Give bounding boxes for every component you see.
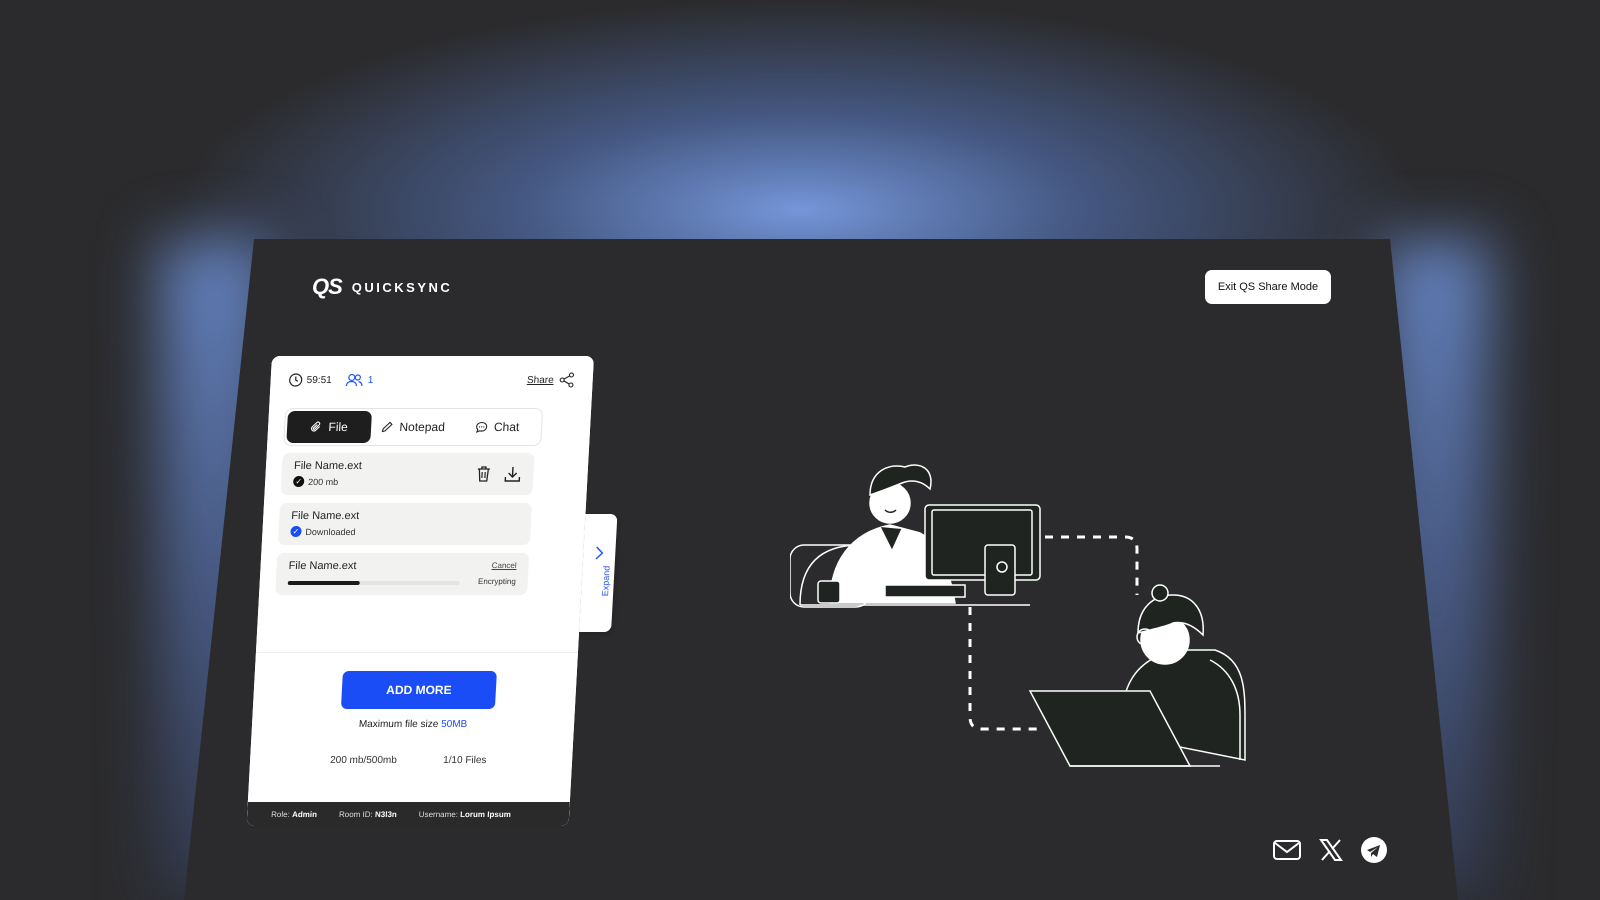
panel-topbar: 59:51 1 Share [288,370,575,390]
upload-progress-bar [287,581,460,585]
role-info: Role: Admin [270,809,318,819]
tab-file[interactable]: File [286,411,373,443]
app-name: QUICKSYNC [351,279,453,295]
paperclip-icon [311,421,321,432]
logo[interactable]: QS QUICKSYNC [312,274,452,300]
files-count: 1/10 Files [442,755,487,766]
participant-count: 1 [367,374,374,386]
panel-footer: Role: Admin Room ID: N3l3n Username: Lor… [246,802,570,826]
participants[interactable]: 1 [345,373,374,387]
add-more-button[interactable]: ADD MORE [340,671,497,709]
x-icon[interactable] [1318,838,1344,862]
chevron-right-icon [595,546,604,560]
file-actions [475,465,522,483]
trash-icon[interactable] [475,465,492,483]
expand-panel-tab[interactable]: Expand [579,514,618,632]
file-name: File Name.ext [291,510,360,522]
mail-icon[interactable] [1272,838,1302,862]
download-icon[interactable] [503,465,522,483]
file-name: File Name.ext [293,460,363,472]
file-status: ✓ Downloaded [290,526,356,537]
chat-bubble-icon [475,421,488,433]
share-button[interactable]: Share [527,372,576,388]
divider [255,652,578,653]
users-icon [345,373,363,387]
tab-notepad-label: Notepad [399,420,446,434]
pencil-icon [381,421,393,433]
username-info: Username: Lorum Ipsum [418,809,512,819]
telegram-icon[interactable] [1360,836,1388,864]
check-icon: ✓ [292,476,305,487]
room-info: Room ID: N3l3n [338,809,398,819]
file-name: File Name.ext [288,560,357,572]
cancel-upload-link[interactable]: Cancel [492,561,517,570]
storage-usage: 200 mb/500mb [329,755,398,766]
share-label: Share [526,374,554,386]
tab-notepad[interactable]: Notepad [370,411,456,443]
tab-chat-label: Chat [493,420,520,434]
social-links [1272,836,1388,864]
check-icon: ✓ [290,526,302,537]
file-size: ✓ 200 mb [292,476,339,487]
file-status-value: Downloaded [305,526,356,537]
file-sharing-illustration [790,464,1246,767]
file-size-value: 200 mb [307,476,339,487]
file-item-uploading: File Name.ext Cancel Encrypting [275,553,530,595]
expand-label: Expand [599,565,612,597]
max-size-value: 50MB [440,719,468,730]
upload-status: Encrypting [477,577,517,586]
max-file-size-note: Maximum file size 50MB [252,719,575,730]
file-item[interactable]: File Name.ext ✓ Downloaded [277,503,533,545]
timer: 59:51 [288,373,332,387]
tab-file-label: File [328,420,349,434]
panel-tabs: File Notepad Chat [283,408,544,446]
clock-icon [289,373,303,387]
share-panel: 59:51 1 Share File Notepad Chat File Nam… [246,356,618,826]
file-item[interactable]: File Name.ext ✓ 200 mb [280,453,535,495]
max-size-label: Maximum file size [358,719,439,730]
logo-mark: QS [312,274,343,299]
upload-progress-fill [287,581,361,585]
tab-chat[interactable]: Chat [454,411,540,443]
exit-share-mode-button[interactable]: Exit QS Share Mode [1205,270,1331,304]
share-icon [559,372,575,388]
timer-value: 59:51 [306,374,333,386]
